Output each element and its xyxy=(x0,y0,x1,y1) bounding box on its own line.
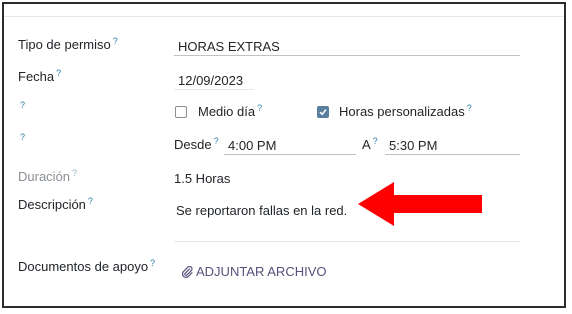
from-label: Desde? xyxy=(174,135,219,152)
leave-type-label: Tipo de permiso? xyxy=(18,35,118,52)
half-day-checkbox[interactable] xyxy=(175,106,187,118)
leave-type-value[interactable]: HORAS EXTRAS xyxy=(178,39,280,54)
custom-hours-label: Horas personalizadas? xyxy=(339,102,472,119)
help-icon[interactable]: ? xyxy=(373,136,378,146)
help-icon[interactable]: ? xyxy=(72,168,77,178)
help-icon[interactable]: ? xyxy=(467,103,472,113)
attach-file-button[interactable]: ADJUNTAR ARCHIVO xyxy=(181,264,327,279)
time-row-label: ? xyxy=(18,132,25,148)
to-time-field[interactable] xyxy=(385,154,520,155)
duration-value: 1.5 Horas xyxy=(174,171,231,186)
help-icon[interactable]: ? xyxy=(214,136,219,146)
to-label: A? xyxy=(362,135,378,152)
form-panel: Tipo de permiso? HORAS EXTRAS Fecha? 12/… xyxy=(2,2,566,308)
help-icon[interactable]: ? xyxy=(56,68,61,78)
description-value[interactable]: Se reportaron fallas en la red. xyxy=(176,203,347,218)
description-field[interactable] xyxy=(174,241,520,242)
from-time-value[interactable]: 4:00 PM xyxy=(228,138,276,153)
red-arrow-annotation xyxy=(358,182,482,226)
custom-hours-checkbox[interactable] xyxy=(317,106,329,118)
help-icon[interactable]: ? xyxy=(113,36,118,46)
to-time-value[interactable]: 5:30 PM xyxy=(389,138,437,153)
check-icon xyxy=(319,109,327,116)
top-divider xyxy=(4,16,564,17)
date-field[interactable] xyxy=(174,89,254,90)
date-value[interactable]: 12/09/2023 xyxy=(178,73,243,88)
duration-label: Duración? xyxy=(18,167,78,184)
help-icon[interactable]: ? xyxy=(20,100,25,110)
half-day-label: Medio día? xyxy=(198,102,263,119)
leave-type-field[interactable] xyxy=(174,55,520,56)
date-label: Fecha? xyxy=(18,67,62,84)
help-icon[interactable]: ? xyxy=(150,258,155,268)
description-label: Descripción? xyxy=(18,195,93,212)
paperclip-icon xyxy=(181,265,193,278)
help-icon[interactable]: ? xyxy=(257,103,262,113)
documents-label: Documentos de apoyo? xyxy=(18,257,156,274)
options-row-label: ? xyxy=(18,100,25,116)
from-time-field[interactable] xyxy=(224,154,356,155)
help-icon[interactable]: ? xyxy=(88,196,93,206)
help-icon[interactable]: ? xyxy=(20,132,25,142)
